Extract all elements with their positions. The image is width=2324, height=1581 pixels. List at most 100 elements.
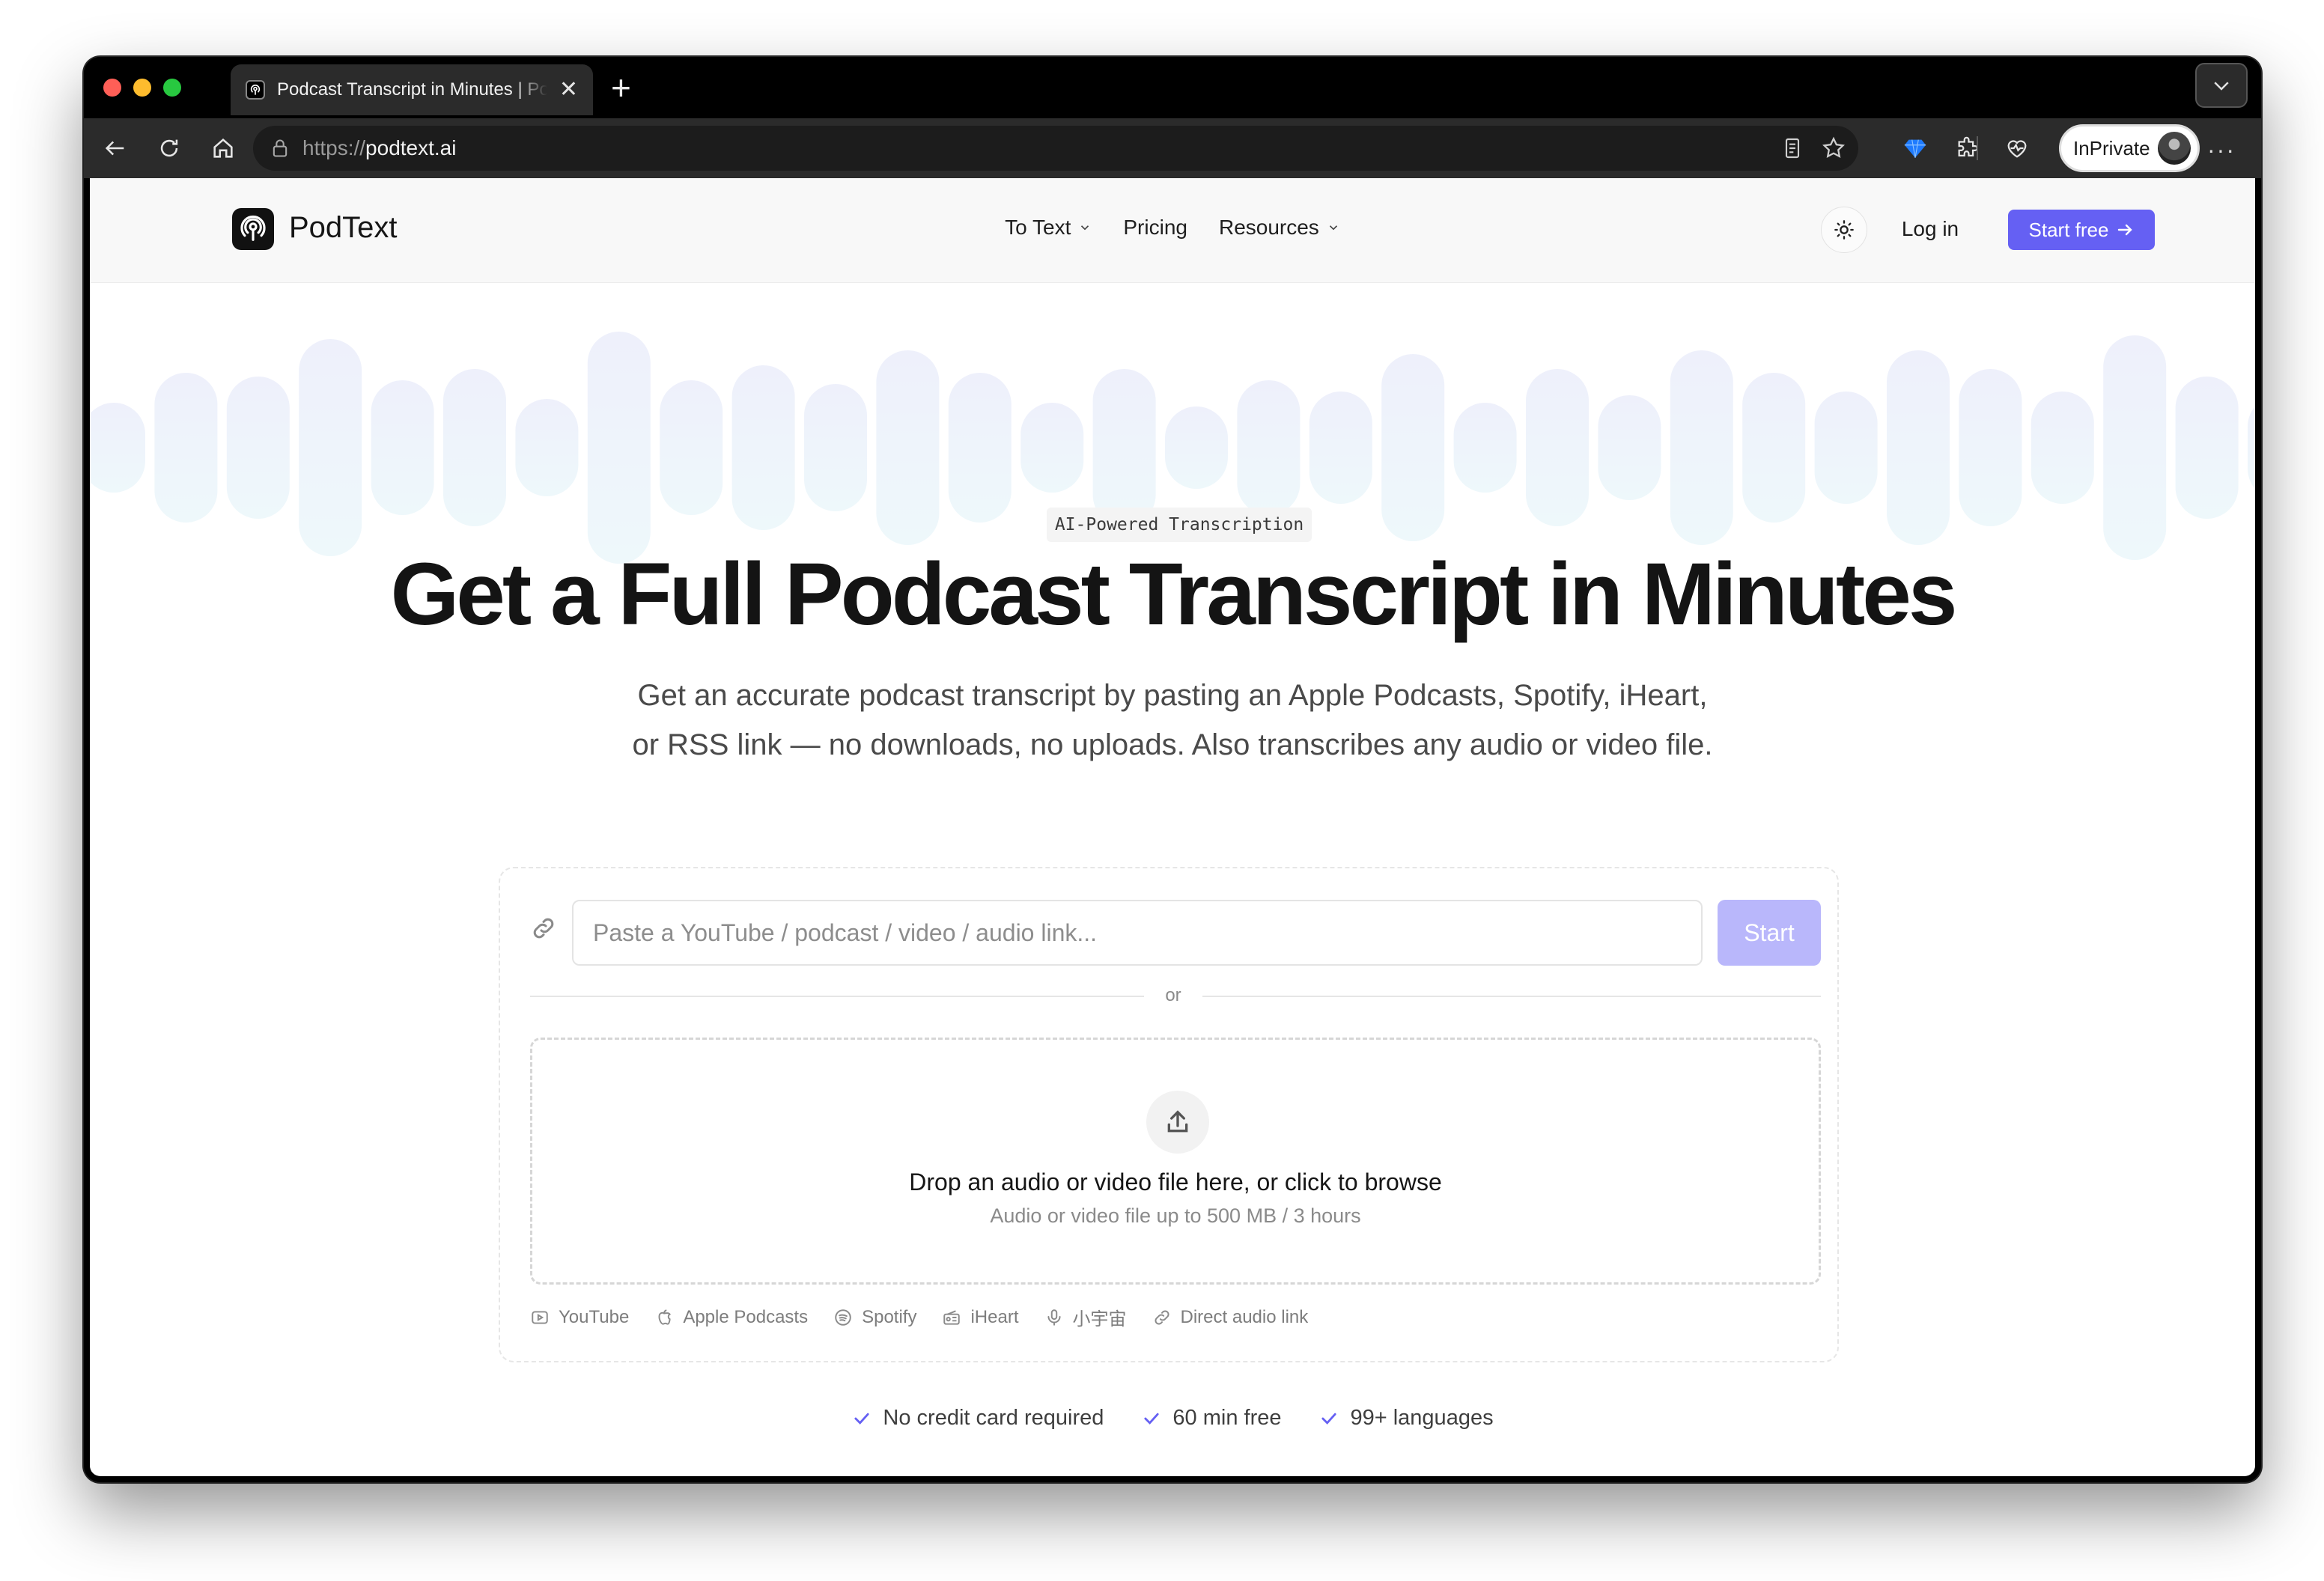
source-xiaoyuzhou: 小宇宙	[1044, 1304, 1127, 1330]
perk-item: 99+ languages	[1318, 1406, 1494, 1431]
perk-label: No credit card required	[883, 1406, 1104, 1430]
close-window-button[interactable]	[103, 79, 121, 97]
check-icon	[854, 1413, 869, 1425]
start-free-button[interactable]: Start free	[2008, 210, 2155, 250]
upload-icon	[1146, 1091, 1209, 1154]
close-tab-icon[interactable]: ✕	[559, 79, 578, 101]
waveform-bar	[2248, 406, 2255, 490]
home-button[interactable]	[207, 132, 240, 165]
transcribe-card: Start or Drop an audio or video file her…	[499, 867, 1839, 1362]
settings-more-button[interactable]: ···	[2207, 136, 2236, 164]
spotify-icon	[835, 1309, 851, 1326]
chevron-down-icon	[1329, 225, 1337, 231]
nav-label: Pricing	[1123, 216, 1187, 239]
dropzone-title: Drop an audio or video file here, or cli…	[909, 1169, 1442, 1195]
source-label: iHeart	[970, 1306, 1019, 1327]
waveform-bar	[1020, 403, 1084, 493]
site-header: PodText To Text Pricing Resources Log in	[90, 178, 2255, 283]
perks-list: No credit card required 60 min free 99+ …	[90, 1406, 2255, 1431]
hero-subline: Get an accurate podcast transcript by pa…	[90, 671, 2255, 770]
heart-pulse-icon	[2007, 140, 2027, 158]
browser-essentials-button[interactable]	[2001, 132, 2034, 165]
supported-sources: YouTube Apple Podcasts Spotify iHeart 小宇…	[530, 1304, 1308, 1330]
reload-button[interactable]	[153, 132, 186, 165]
source-label: YouTube	[559, 1306, 630, 1327]
reader-mode-button[interactable]	[1780, 126, 1804, 171]
waveform-bar	[1598, 395, 1661, 500]
or-separator: or	[1165, 985, 1181, 1005]
waveform-bar	[1237, 380, 1301, 515]
avatar	[2157, 132, 2191, 165]
source-direct-link: Direct audio link	[1152, 1304, 1309, 1330]
source-label: Direct audio link	[1180, 1306, 1309, 1327]
waveform-bar	[1887, 350, 1950, 545]
perk-label: 99+ languages	[1350, 1406, 1494, 1430]
inprivate-label: InPrivate	[2073, 136, 2150, 159]
waveform-bar	[660, 380, 723, 515]
theme-toggle-button[interactable]	[1821, 207, 1867, 253]
gem-icon	[1904, 139, 1926, 158]
nav-resources[interactable]: Resources	[1219, 216, 1340, 240]
waveform-bar	[1165, 406, 1228, 489]
url-host: podtext.ai	[365, 136, 457, 159]
tab-podtext[interactable]: Podcast Transcript in Minutes | PodText …	[231, 64, 593, 115]
waveform-bar	[299, 339, 362, 556]
tab-list-button[interactable]	[2195, 63, 2248, 108]
waveform-bar	[2103, 335, 2167, 560]
maximize-window-button[interactable]	[163, 79, 181, 97]
waveform-bar	[1670, 350, 1733, 545]
login-link[interactable]: Log in	[1870, 217, 1990, 241]
address-bar[interactable]: https://podtext.ai	[253, 126, 1858, 171]
new-tab-button[interactable]: +	[611, 70, 631, 105]
minimize-window-button[interactable]	[133, 79, 151, 97]
home-icon	[213, 138, 233, 158]
check-icon	[1144, 1413, 1159, 1425]
extension-gem-button[interactable]	[1899, 132, 1932, 165]
check-icon	[1321, 1413, 1337, 1425]
source-youtube: YouTube	[530, 1304, 629, 1330]
browser-window: Podcast Transcript in Minutes | PodText …	[84, 57, 2261, 1482]
star-icon	[1822, 136, 1845, 158]
link-icon	[533, 918, 554, 939]
reload-icon	[160, 139, 178, 157]
source-label: 小宇宙	[1072, 1309, 1127, 1329]
waveform-bar	[515, 399, 579, 496]
nav-label: Resources	[1218, 216, 1319, 239]
lock-icon[interactable]	[270, 138, 290, 159]
waveform-bar	[1381, 354, 1445, 541]
perk-item: No credit card required	[851, 1406, 1104, 1431]
nav-to-text[interactable]: To Text	[1005, 216, 1092, 240]
waveform-bar	[1814, 392, 1878, 504]
waveform-bar	[2175, 377, 2239, 519]
nav-pricing[interactable]: Pricing	[1123, 216, 1187, 240]
cta-label: Start free	[2028, 218, 2109, 241]
waveform-bar	[948, 373, 1012, 523]
waveform-bar	[226, 377, 290, 519]
waveform-bar	[1742, 373, 1806, 523]
inprivate-profile-button[interactable]: InPrivate	[2059, 124, 2200, 172]
sun-icon	[1834, 220, 1854, 240]
waveform-bar	[1092, 369, 1156, 526]
source-label: Spotify	[862, 1306, 917, 1327]
toolbar-divider	[1977, 136, 1978, 160]
url-input[interactable]	[572, 900, 1703, 966]
back-button[interactable]	[99, 132, 132, 165]
source-apple-podcasts: Apple Podcasts	[654, 1304, 808, 1330]
url-protocol: https://	[302, 136, 366, 159]
hero-headline: Get a Full Podcast Transcript in Minutes	[390, 545, 1958, 644]
waveform-bar	[154, 373, 218, 523]
reader-icon	[1785, 138, 1800, 159]
start-button[interactable]: Start	[1718, 900, 1821, 966]
favorite-button[interactable]	[1821, 126, 1846, 171]
extensions-button[interactable]	[1951, 132, 1984, 165]
link-icon	[1155, 1310, 1169, 1324]
perk-label: 60 min free	[1172, 1406, 1282, 1430]
source-label: Apple Podcasts	[683, 1306, 809, 1327]
hero-subline-line-2: or RSS link — no downloads, no uploads. …	[632, 728, 1713, 761]
chevron-down-icon	[2214, 82, 2229, 91]
perk-item: 60 min free	[1141, 1406, 1281, 1431]
radio-icon	[943, 1309, 961, 1325]
dropzone-subtitle: Audio or video file up to 500 MB / 3 hou…	[990, 1204, 1361, 1227]
waveform-bar	[876, 350, 940, 545]
file-dropzone[interactable]: Drop an audio or video file here, or cli…	[530, 1038, 1821, 1285]
